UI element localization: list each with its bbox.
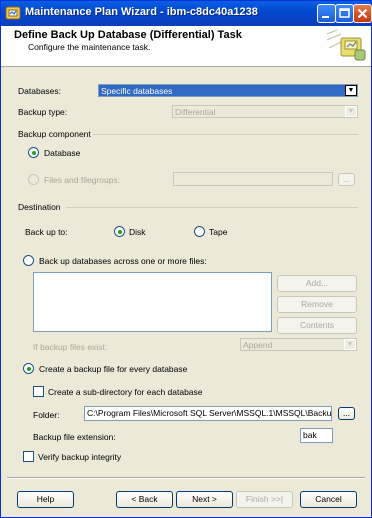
backup-type-combo[interactable]: Differential ▼ <box>172 105 358 118</box>
radio-selected-dot <box>32 151 36 155</box>
close-icon <box>357 8 368 19</box>
database-radio-label: Database <box>44 148 81 158</box>
radio-selected-dot <box>27 367 31 371</box>
folder-value: C:\Program Files\Microsoft SQL Server\MS… <box>87 408 332 418</box>
remove-button[interactable]: Remove <box>277 296 357 313</box>
tape-radio[interactable] <box>194 226 205 237</box>
create-file-label: Create a backup file for every database <box>39 364 188 374</box>
databases-label: Databases: <box>18 86 61 96</box>
back-up-to-label: Back up to: <box>25 227 68 237</box>
files-filegroups-field[interactable] <box>173 172 333 186</box>
across-files-label: Back up databases across one or more fil… <box>39 256 207 266</box>
tape-radio-label: Tape <box>209 227 228 237</box>
folder-label: Folder: <box>33 410 60 420</box>
files-filegroups-radio[interactable] <box>28 174 39 185</box>
extension-field[interactable]: bak <box>300 428 333 443</box>
wizard-header-graphic-icon <box>326 29 366 61</box>
help-button[interactable]: Help <box>17 491 74 508</box>
radio-selected-dot <box>118 230 122 234</box>
disk-radio[interactable] <box>114 226 125 237</box>
section-divider <box>66 207 358 208</box>
backup-files-list[interactable] <box>33 272 272 332</box>
cancel-button[interactable]: Cancel <box>300 491 357 508</box>
backup-component-section-label: Backup component <box>18 129 91 139</box>
files-filegroups-label: Files and filegroups: <box>44 175 121 185</box>
extension-value: bak <box>303 430 317 440</box>
database-radio[interactable] <box>28 147 39 158</box>
chevron-down-icon: ▼ <box>344 339 356 350</box>
subdirectory-label: Create a sub-directory for each database <box>48 387 203 397</box>
finish-button[interactable]: Finish >>| <box>236 491 293 508</box>
minimize-button[interactable] <box>317 4 336 23</box>
chevron-down-icon: ▼ <box>345 106 357 117</box>
extension-label: Backup file extension: <box>33 432 116 442</box>
if-backup-files-exist-value: Append <box>243 340 273 350</box>
destination-section-label: Destination <box>18 202 61 212</box>
verify-integrity-label: Verify backup integrity <box>38 452 122 462</box>
title-bar[interactable]: Maintenance Plan Wizard - ibm-c8dc40a123… <box>1 1 372 26</box>
disk-radio-label: Disk <box>129 227 146 237</box>
chevron-down-icon: ▼ <box>345 85 357 96</box>
wizard-app-icon <box>5 6 21 20</box>
section-divider <box>93 134 358 135</box>
wizard-header: Define Back Up Database (Differential) T… <box>1 26 371 67</box>
page-subtitle: Configure the maintenance task. <box>28 42 151 52</box>
databases-value: Specific databases <box>101 86 173 96</box>
create-file-radio[interactable] <box>23 363 34 374</box>
across-files-radio[interactable] <box>23 255 34 266</box>
folder-field[interactable]: C:\Program Files\Microsoft SQL Server\MS… <box>84 406 332 421</box>
next-button[interactable]: Next > <box>176 491 233 508</box>
verify-integrity-checkbox[interactable] <box>23 451 34 462</box>
page-title: Define Back Up Database (Differential) T… <box>14 29 242 41</box>
add-button[interactable]: Add... <box>277 275 357 292</box>
maximize-icon <box>339 8 350 18</box>
footer-divider <box>7 477 365 479</box>
backup-type-label: Backup type: <box>18 107 68 117</box>
contents-button[interactable]: Contents <box>277 317 357 334</box>
wizard-window: Maintenance Plan Wizard - ibm-c8dc40a123… <box>0 0 372 518</box>
files-filegroups-browse-button[interactable]: ... <box>338 173 355 186</box>
if-backup-files-exist-combo[interactable]: Append ▼ <box>240 338 357 351</box>
backup-type-value: Differential <box>175 107 216 117</box>
close-button[interactable] <box>353 4 372 23</box>
if-backup-files-exist-label: If backup files exist: <box>33 342 108 352</box>
maximize-button[interactable] <box>335 4 354 23</box>
databases-combo[interactable]: Specific databases ▼ <box>98 84 358 97</box>
minimize-icon <box>322 16 329 18</box>
folder-browse-button[interactable]: ... <box>338 407 355 420</box>
subdirectory-checkbox[interactable] <box>33 386 44 397</box>
window-title: Maintenance Plan Wizard - ibm-c8dc40a123… <box>25 6 258 18</box>
back-button[interactable]: < Back <box>116 491 173 508</box>
